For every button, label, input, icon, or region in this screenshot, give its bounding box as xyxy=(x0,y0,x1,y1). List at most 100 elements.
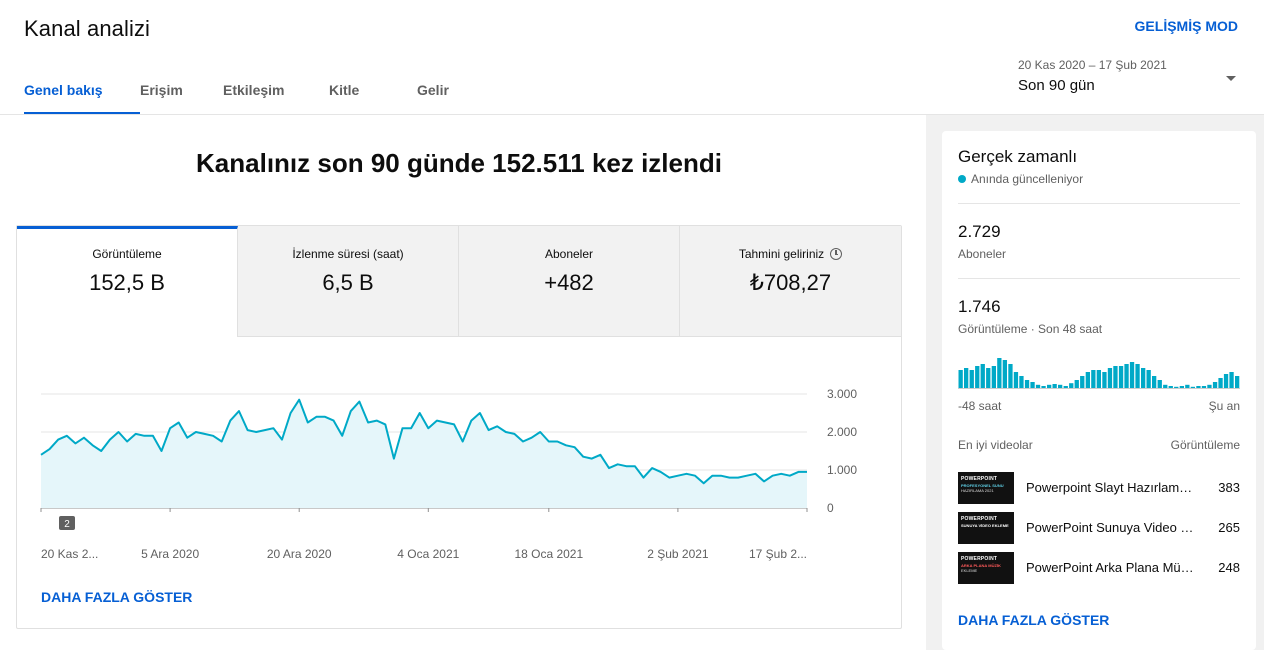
realtime-title: Gerçek zamanlı xyxy=(958,147,1078,166)
realtime-bar xyxy=(1196,386,1201,388)
show-more-button[interactable]: DAHA FAZLA GÖSTER xyxy=(41,589,192,605)
realtime-bar xyxy=(1146,370,1151,388)
thumb-text: POWERPOINT xyxy=(961,476,998,482)
tab-engagement[interactable]: Etkileşim xyxy=(223,82,329,114)
top-video-row[interactable]: POWERPOINT SUNUYA VİDEO EKLEME PowerPoin… xyxy=(958,512,1240,544)
realtime-show-more-button[interactable]: DAHA FAZLA GÖSTER xyxy=(958,612,1109,628)
realtime-bar xyxy=(1157,380,1162,388)
video-thumbnail[interactable]: POWERPOINT ARKA PLANA MÜZİK EKLEME xyxy=(958,552,1014,584)
video-thumbnail[interactable]: POWERPOINT PROFESYONEL SUNU HAZIRLAMA 20… xyxy=(958,472,1014,504)
realtime-bar xyxy=(1201,386,1207,388)
x-tick-label: 18 Oca 2021 xyxy=(514,547,583,561)
metric-label: Aboneler xyxy=(544,247,594,261)
clock-icon[interactable] xyxy=(830,248,843,260)
thumb-text: EKLEME xyxy=(961,568,978,573)
page-title: Kanal analizi xyxy=(24,16,151,41)
tab-audience[interactable]: Kitle xyxy=(329,82,417,114)
metric-label: İzlenme süresi (saat) xyxy=(292,247,404,261)
video-title[interactable]: PowerPoint Arka Plana Müzik Ekleme xyxy=(1026,560,1194,575)
realtime-bar xyxy=(1085,372,1090,388)
realtime-bar xyxy=(997,358,1002,388)
realtime-bar xyxy=(1229,372,1234,388)
realtime-bar xyxy=(1024,380,1030,388)
dropdown-arrow-icon xyxy=(1226,76,1236,81)
subscribers-label: Aboneler xyxy=(958,247,1007,261)
thumb-text: POWERPOINT xyxy=(961,516,998,522)
chart-area-fill xyxy=(41,399,807,508)
video-views: 248 xyxy=(1218,560,1240,575)
date-range-label: Son 90 gün xyxy=(1018,77,1095,94)
divider xyxy=(958,278,1240,279)
views-column-heading: Görüntüleme xyxy=(1170,438,1240,452)
realtime-bar xyxy=(980,364,985,388)
realtime-bar xyxy=(1223,374,1229,388)
x-tick-label: 17 Şub 2... xyxy=(749,547,807,561)
realtime-bar xyxy=(958,370,963,388)
realtime-bar xyxy=(975,366,980,388)
date-range-text: 20 Kas 2020 – 17 Şub 2021 xyxy=(1018,58,1167,72)
realtime-subtitle-text: Anında güncelleniyor xyxy=(971,172,1084,186)
realtime-bar xyxy=(1107,368,1113,388)
realtime-bar xyxy=(1135,364,1140,388)
realtime-bar xyxy=(1207,384,1212,388)
realtime-bar xyxy=(1080,376,1085,388)
realtime-bar xyxy=(1129,362,1135,388)
realtime-bar xyxy=(1113,366,1118,388)
metric-tab-watch-time[interactable]: İzlenme süresi (saat) 6,5 B xyxy=(238,226,459,337)
realtime-views-label: Görüntüleme · Son 48 saat xyxy=(958,322,1103,336)
realtime-bar xyxy=(1124,364,1129,388)
metric-tab-views[interactable]: Görüntüleme 152,5 B xyxy=(17,226,238,337)
metric-value: ₺708,27 xyxy=(749,270,832,295)
views-chart[interactable]: 0 1.000 2.000 3.000 2 20 Kas 2... 5 Ara 2020 20… xyxy=(17,366,901,566)
y-tick-label: 0 xyxy=(827,501,834,515)
top-video-row[interactable]: POWERPOINT ARKA PLANA MÜZİK EKLEME Power… xyxy=(958,552,1240,584)
realtime-bar xyxy=(1168,386,1173,388)
realtime-bar xyxy=(1212,382,1218,388)
bar-axis-start: -48 saat xyxy=(958,399,1002,413)
realtime-bar xyxy=(969,370,974,388)
video-title[interactable]: PowerPoint Sunuya Video Ekleme xyxy=(1026,520,1194,535)
realtime-bar xyxy=(1141,368,1146,388)
bar-axis-end: Şu an xyxy=(1208,399,1240,413)
realtime-bar xyxy=(1041,386,1046,388)
realtime-subtitle: Anında güncelleniyor xyxy=(958,172,1083,186)
metric-tabs: Görüntüleme 152,5 B İzlenme süresi (saat… xyxy=(17,226,901,337)
advanced-mode-button[interactable]: GELİŞMİŞ MOD xyxy=(1135,18,1238,34)
x-tick-label: 5 Ara 2020 xyxy=(141,547,199,561)
realtime-bar xyxy=(1102,372,1107,388)
realtime-card: Gerçek zamanlı Anında güncelleniyor 2.72… xyxy=(942,131,1256,650)
top-videos-heading: En iyi videolar xyxy=(958,438,1033,452)
top-video-row[interactable]: POWERPOINT PROFESYONEL SUNU HAZIRLAMA 20… xyxy=(958,472,1240,504)
realtime-views-count: 1.746 xyxy=(958,297,1001,316)
y-tick-label: 1.000 xyxy=(827,463,857,477)
annotation-marker-label: 2 xyxy=(64,519,70,530)
x-tick-label: 2 Şub 2021 xyxy=(647,547,709,561)
metric-label: Görüntüleme xyxy=(92,247,162,261)
subscribers-count: 2.729 xyxy=(958,222,1001,241)
realtime-bar xyxy=(1152,376,1157,388)
realtime-bar xyxy=(1074,380,1079,388)
realtime-bar xyxy=(1069,383,1074,388)
video-views: 383 xyxy=(1218,480,1240,495)
x-tick-label: 20 Ara 2020 xyxy=(267,547,332,561)
realtime-bar-chart[interactable] xyxy=(958,347,1240,389)
overview-headline: Kanalınız son 90 günde 152.511 kez izlen… xyxy=(196,148,722,178)
realtime-bar xyxy=(1190,386,1195,388)
realtime-bar xyxy=(1174,386,1179,388)
tab-overview[interactable]: Genel bakış xyxy=(24,82,140,115)
video-title[interactable]: Powerpoint Slayt Hazırlama 2021 xyxy=(1026,480,1194,495)
realtime-bar xyxy=(1002,360,1007,388)
realtime-bar xyxy=(1008,364,1013,388)
thumb-text: SUNUYA VİDEO EKLEME xyxy=(961,523,1009,528)
realtime-bar xyxy=(1063,386,1068,388)
metric-tab-revenue[interactable]: Tahmini geliriniz ₺708,27 xyxy=(680,226,901,337)
thumb-text: POWERPOINT xyxy=(961,556,998,562)
realtime-bar xyxy=(1047,384,1052,388)
video-thumbnail[interactable]: POWERPOINT SUNUYA VİDEO EKLEME xyxy=(958,512,1014,544)
realtime-bar xyxy=(1030,382,1035,388)
tab-reach[interactable]: Erişim xyxy=(140,82,223,114)
tab-revenue[interactable]: Gelir xyxy=(417,82,457,114)
date-range-picker[interactable]: 20 Kas 2020 – 17 Şub 2021 Son 90 gün xyxy=(1018,58,1240,102)
metric-tab-subscribers[interactable]: Aboneler +482 xyxy=(459,226,680,337)
realtime-bar xyxy=(1052,384,1057,388)
